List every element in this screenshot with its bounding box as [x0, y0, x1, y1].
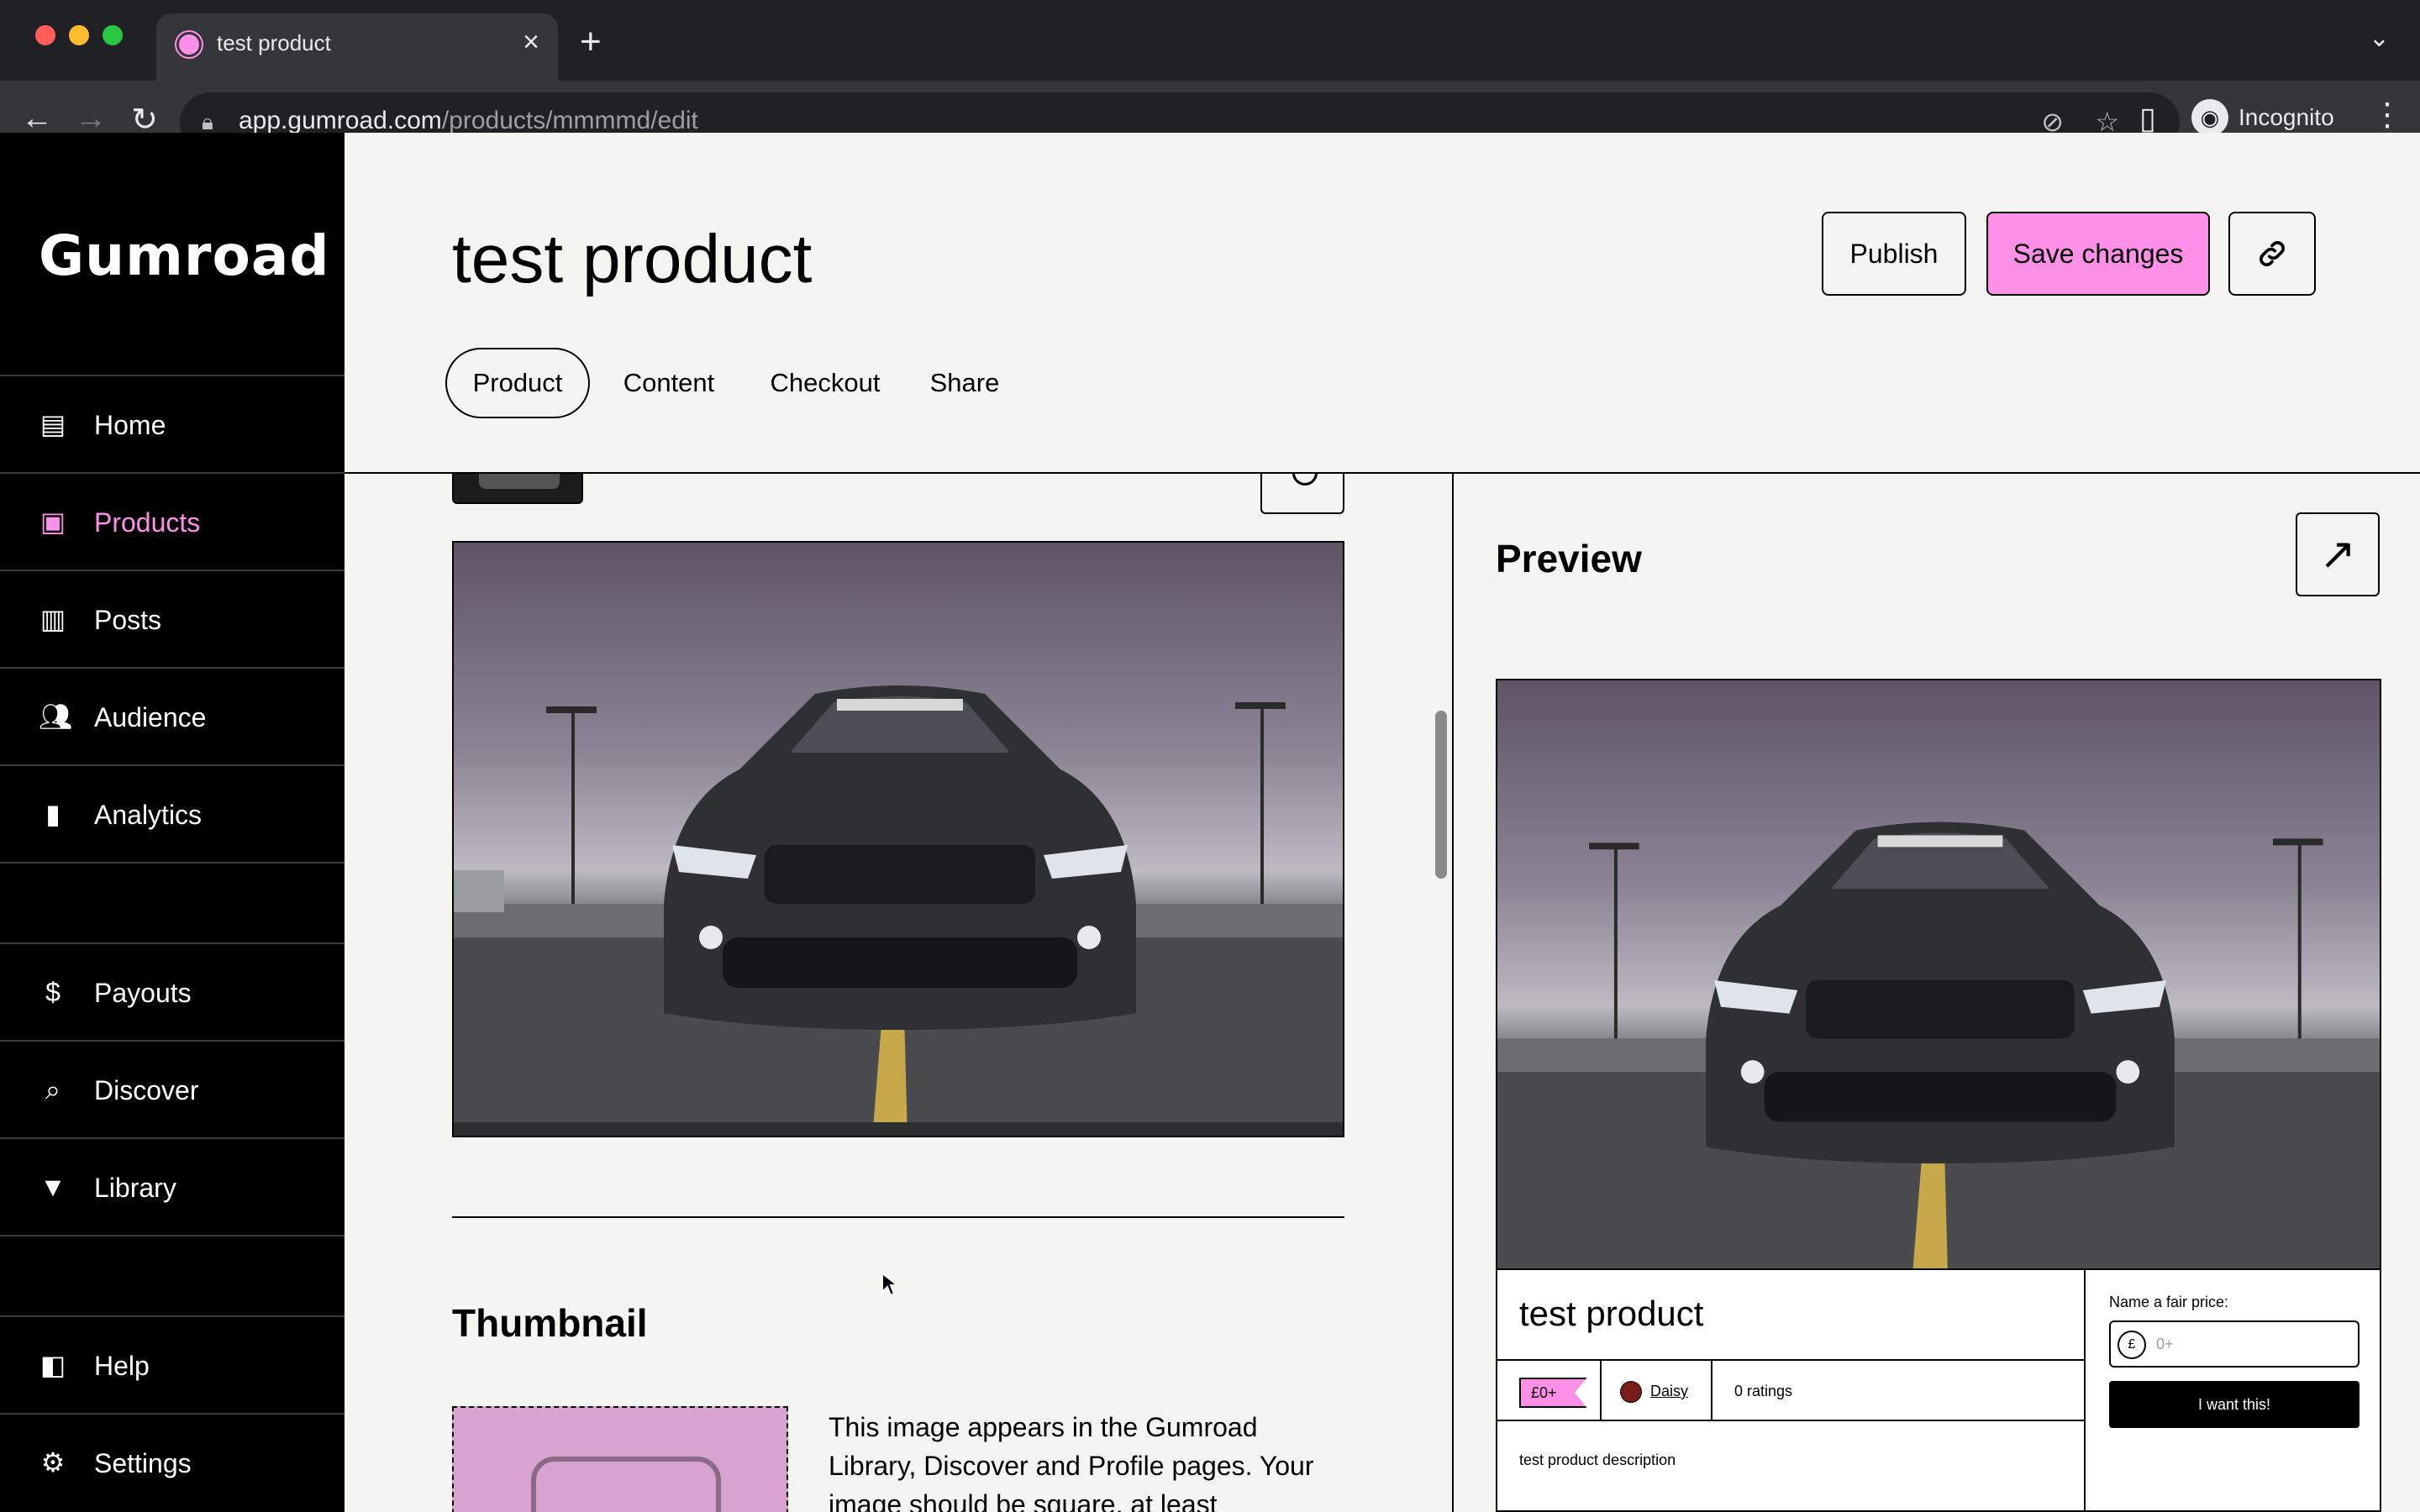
tab-search-chevron-icon[interactable]: ⌄ — [2369, 24, 2390, 53]
sidebar-item-label: Products — [94, 507, 201, 538]
gumroad-favicon-icon — [176, 32, 202, 57]
sidebar-item-audience[interactable]: 👥︎ Audience — [0, 667, 345, 764]
car-photo — [1497, 680, 2380, 1268]
archive-icon: ▣ — [39, 507, 66, 537]
browser-tab-bar: test product × + ⌄ — [0, 0, 2420, 81]
sidebar-spacer — [0, 862, 345, 944]
preview-purchase: Name a fair price: £ 0+ I want this! — [2087, 1270, 2383, 1512]
sidebar-item-posts[interactable]: ▥ Posts — [0, 570, 345, 667]
document-icon: ▥ — [39, 604, 66, 634]
editor-scrollbar[interactable] — [1435, 711, 1447, 879]
tab-share[interactable]: Share — [913, 348, 1017, 418]
minimize-window-button[interactable] — [69, 25, 89, 45]
thumbnail-heading: Thumbnail — [452, 1301, 648, 1345]
store-icon: ▤ — [39, 409, 66, 439]
page-header: test product Publish Save changes Produc… — [345, 133, 2420, 474]
arrow-up-right-icon: ↗ — [2319, 530, 2356, 579]
dollar-icon: $ — [45, 977, 60, 1007]
close-window-button[interactable] — [35, 25, 55, 45]
gear-icon: ⚙ — [40, 1447, 66, 1478]
price-placeholder: 0+ — [2156, 1336, 2174, 1352]
sidebar-item-analytics[interactable]: ▮ Analytics — [0, 764, 345, 862]
tab-content[interactable]: Content — [602, 348, 736, 418]
sidebar-item-home[interactable]: ▤ Home — [0, 375, 345, 472]
thumbnail-upload-dropzone[interactable] — [452, 1406, 788, 1512]
fair-price-label: Name a fair price: — [2109, 1294, 2229, 1310]
sidebar-item-label: Audience — [94, 702, 207, 732]
avatar — [1620, 1381, 1642, 1403]
mouse-cursor-icon — [881, 1272, 899, 1297]
cover-thumbnail-tile[interactable] — [452, 474, 583, 504]
sidebar-item-label: Payouts — [94, 978, 192, 1008]
sidebar-item-label: Home — [94, 410, 166, 440]
sidebar-item-help[interactable]: ◧ Help — [0, 1315, 345, 1413]
preview-product-name: test product — [1519, 1294, 1704, 1333]
new-tab-icon[interactable]: + — [580, 18, 602, 66]
publish-button[interactable]: Publish — [1822, 212, 1966, 296]
preview-description: test product description — [1519, 1452, 1676, 1468]
preview-cover-image — [1496, 679, 2381, 1270]
sidebar-item-settings[interactable]: ⚙ Settings — [0, 1413, 345, 1510]
sidebar-item-library[interactable]: ▼ Library — [0, 1137, 345, 1235]
sidebar-item-label: Discover — [94, 1075, 199, 1105]
cover-image[interactable] — [452, 541, 1344, 1137]
preview-meta-row: £0+ Daisy 0 ratings — [1497, 1359, 2086, 1421]
page-title: test product — [452, 221, 813, 297]
save-changes-button[interactable]: Save changes — [1986, 212, 2210, 296]
bookmark-icon: ▼ — [39, 1172, 66, 1202]
preview-heading: Preview — [1496, 537, 1642, 580]
link-icon — [2260, 241, 2285, 266]
search-icon: ⌕ — [45, 1074, 60, 1105]
author-link[interactable]: Daisy — [1650, 1383, 1688, 1400]
bar-chart-icon: ▮ — [45, 799, 60, 829]
preview-details: test product £0+ Daisy 0 ratings test pr… — [1497, 1270, 2086, 1512]
book-icon: ◧ — [39, 1350, 66, 1380]
add-cover-button[interactable] — [1260, 474, 1344, 514]
currency-symbol: £ — [2118, 1331, 2146, 1359]
sidebar-item-payouts[interactable]: $ Payouts — [0, 942, 345, 1040]
tab-close-icon[interactable]: × — [523, 25, 539, 59]
product-editor: Thumbnail This image appears in the Gumr… — [345, 474, 1452, 1512]
sidebar-spacer — [0, 1235, 345, 1317]
preview-product-info: test product £0+ Daisy 0 ratings test pr… — [1496, 1270, 2381, 1512]
thumbnail-help-text: This image appears in the Gumroad Librar… — [829, 1412, 1314, 1512]
i-want-this-button[interactable]: I want this! — [2109, 1381, 2360, 1428]
url-text[interactable]: app.gumroad.com/products/mmmmd/edit — [239, 107, 698, 135]
incognito-icon[interactable]: ◉ — [2191, 99, 2228, 136]
tab-product[interactable]: Product — [445, 348, 590, 418]
back-icon[interactable]: ← — [17, 101, 57, 137]
sidebar-item-label: Help — [94, 1351, 150, 1381]
sidebar-item-label: Settings — [94, 1448, 192, 1478]
sidebar-item-label: Library — [94, 1173, 176, 1203]
author-cell: Daisy — [1600, 1361, 1711, 1421]
open-preview-button[interactable]: ↗ — [2296, 512, 2380, 596]
side-panel-icon[interactable]: ▯ — [2139, 101, 2156, 136]
sidebar-item-label: Posts — [94, 605, 162, 635]
tab-checkout[interactable]: Checkout — [750, 348, 901, 418]
sidebar-item-discover[interactable]: ⌕ Discover — [0, 1040, 345, 1137]
price-badge: £0+ — [1519, 1378, 1587, 1408]
forward-icon[interactable]: → — [71, 101, 111, 137]
maximize-window-button[interactable] — [103, 25, 123, 45]
tab-title: test product — [217, 30, 331, 55]
copy-link-button[interactable] — [2228, 212, 2316, 296]
sidebar-item-label: Analytics — [94, 800, 203, 830]
fair-price-input[interactable]: £ 0+ — [2109, 1320, 2360, 1368]
ratings-count: 0 ratings — [1734, 1383, 1793, 1399]
preview-panel: Preview ↗ test product £0+ Daisy 0 ratin… — [1452, 474, 2420, 1512]
browser-tab[interactable]: test product × — [156, 13, 558, 81]
section-divider — [452, 1216, 1344, 1218]
gumroad-logo[interactable]: Gumroad — [39, 223, 330, 288]
profile-label[interactable]: Incognito — [2238, 104, 2334, 131]
kebab-menu-icon[interactable]: ⋮ — [2371, 96, 2403, 134]
ratings-cell: 0 ratings — [1711, 1361, 2086, 1421]
car-photo — [454, 543, 1343, 1136]
sidebar-item-products[interactable]: ▣ Products — [0, 472, 345, 570]
people-icon: 👥︎ — [39, 701, 73, 732]
sidebar: Gumroad ▤ Home ▣ Products ▥ Posts 👥︎ Aud… — [0, 133, 345, 1512]
